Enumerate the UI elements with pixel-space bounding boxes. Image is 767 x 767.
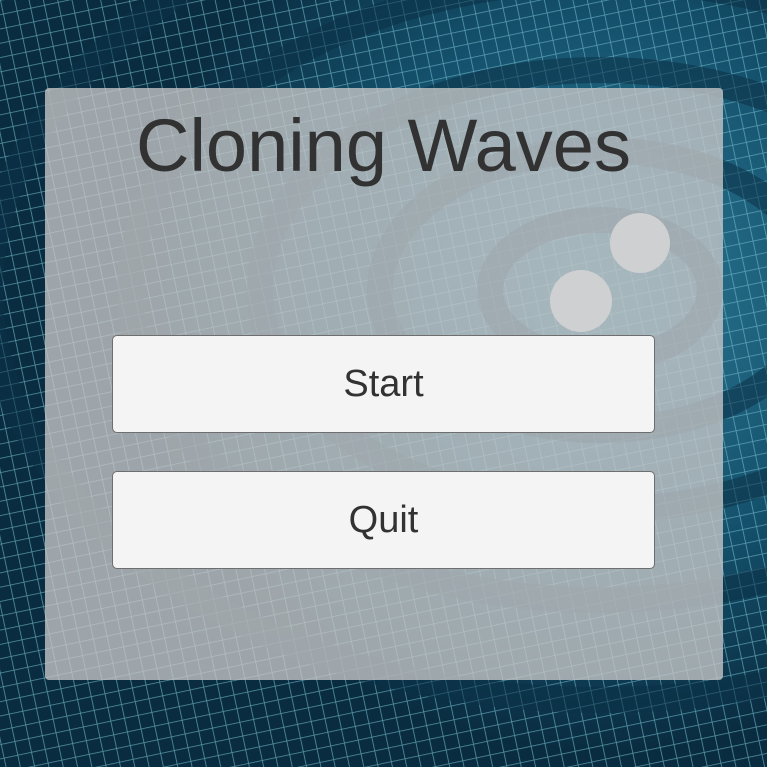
start-button[interactable]: Start <box>112 335 655 433</box>
main-menu-screen: Cloning Waves Start Quit <box>0 0 767 767</box>
quit-button[interactable]: Quit <box>112 471 655 569</box>
game-title: Cloning Waves <box>136 104 631 187</box>
